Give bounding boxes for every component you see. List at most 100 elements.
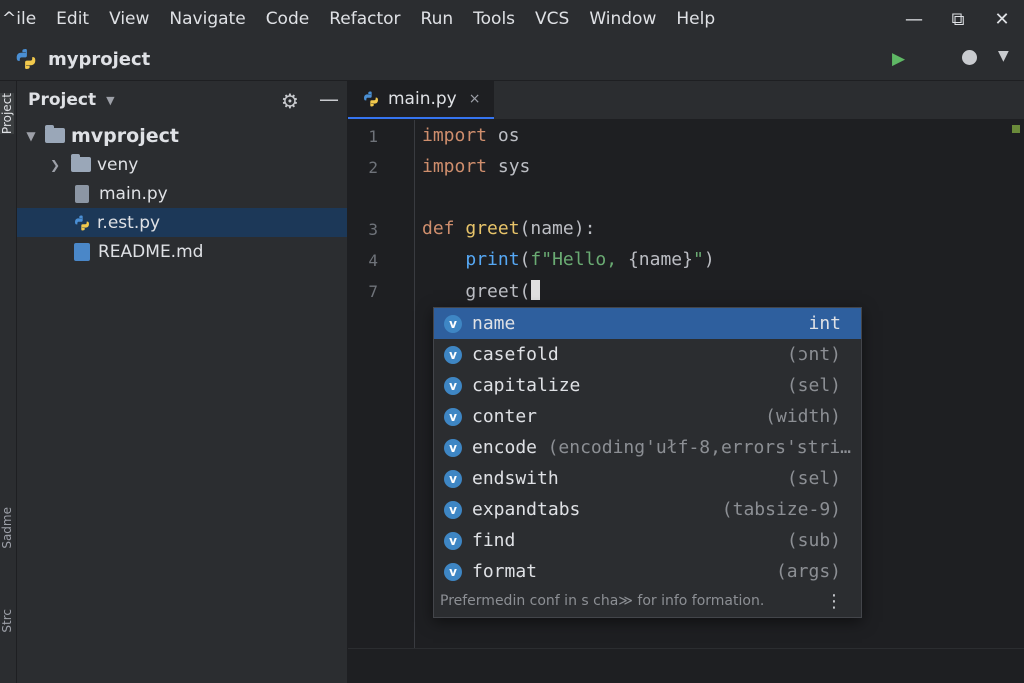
completion-item[interactable]: v conter (width) [434,401,861,432]
chevron-down-icon[interactable]: ▼ [106,94,114,107]
menu-view[interactable]: View [99,9,159,29]
function-name: greet [454,218,520,239]
completion-name: format [472,561,538,582]
completion-item[interactable]: v format (args) [434,556,861,587]
completion-hint: Prefermedin conf in s cha≫ for info form… [440,593,765,609]
completion-name: capitalize [472,375,581,396]
line-number: 2 [368,158,378,177]
code-text: greet( [465,281,531,302]
tree-item-label: README.md [98,241,204,262]
line-number-gutter [348,120,415,683]
code-line-7[interactable]: greet( [422,280,541,302]
menu-tools[interactable]: Tools [463,9,525,29]
keyword: def [422,218,455,239]
tree-item-venv[interactable]: ❯ veny [17,150,347,179]
code-line-3[interactable]: def greet(name): [422,218,595,239]
completion-item[interactable]: v name int [434,308,861,339]
code-line-2[interactable]: import sys [422,156,530,177]
menu-file-prefix: ^ [2,9,17,29]
variable-badge-icon: v [444,531,462,550]
python-logo-icon [16,49,36,69]
completion-type: (args) [775,561,841,582]
tree-item-main-py[interactable]: main.py [17,179,347,208]
code-line-1[interactable]: import os [422,125,520,146]
completion-item[interactable]: v endswith (sel) [434,463,861,494]
keyword: import [422,125,488,146]
tree-item-test-py[interactable]: r.est.py [17,208,347,237]
menu-file[interactable]: ^ile [0,9,46,29]
variable-badge-icon: v [444,500,462,519]
completion-footer: Prefermedin conf in s cha≫ for info form… [434,586,861,616]
menu-help[interactable]: Help [666,9,725,29]
folder-icon [45,125,65,143]
menu-run[interactable]: Run [411,9,464,29]
project-name[interactable]: myproject [48,49,150,70]
menu-vcs[interactable]: VCS [525,9,579,29]
tree-item-label: mvproject [71,124,179,147]
completion-item[interactable]: v encode (encoding'ułf-8,errors'stri… [434,432,861,463]
code-text: sys [487,156,531,177]
project-panel-title[interactable]: Project [28,90,96,110]
menu-code[interactable]: Code [256,9,320,29]
variable-badge-icon: v [444,314,462,333]
close-tab-icon[interactable]: × [469,91,481,107]
completion-type: (tabsize-9) [721,499,841,520]
record-icon[interactable] [962,50,977,65]
run-icon[interactable]: ▶ [892,49,905,69]
chevron-down-icon[interactable]: ▼ [998,48,1009,64]
completion-name: name [472,313,516,334]
tab-label: main.py [388,89,457,109]
completion-name: endswith [472,468,559,489]
variable-badge-icon: v [444,345,462,364]
completion-item[interactable]: v capitalize (sel) [434,370,861,401]
variable-badge-icon: v [444,376,462,395]
collapse-arrow-icon[interactable]: ❯ [47,158,63,172]
menu-file-label: ile [16,9,37,29]
completion-type: (width) [765,406,841,427]
text-cursor [531,280,541,300]
interpolation: {name} [627,249,693,270]
inspection-marker[interactable] [1012,125,1020,133]
code-line-4[interactable]: print(f"Hello, {name}") [422,249,715,270]
completion-item[interactable]: v expandtabs (tabsize-9) [434,494,861,525]
string-literal: f"Hello, [530,249,628,270]
strip-tab-2[interactable]: Sadme [0,507,14,549]
strip-tab-3[interactable]: Strc [0,609,14,633]
editor-bottom-bar [348,648,1024,683]
gear-icon[interactable]: ⚙ [281,89,299,113]
completion-type: (sel) [786,468,841,489]
window-controls: — ⧉ ✕ [892,0,1024,38]
variable-badge-icon: v [444,407,462,426]
tree-item-label: veny [97,154,139,175]
restore-button[interactable]: ⧉ [936,9,980,30]
code-text: ) [703,249,715,270]
tree-item-label: r.est.py [97,212,161,233]
more-options-icon[interactable]: ⋮ [825,591,843,612]
completion-item[interactable]: v find (sub) [434,525,861,556]
python-file-icon [364,91,378,107]
completion-item[interactable]: v casefold (ɔnt) [434,339,861,370]
hide-panel-icon[interactable]: — [319,87,339,111]
menu-edit[interactable]: Edit [46,9,99,29]
completion-type: (sub) [786,530,841,551]
strip-tab-project[interactable]: Project [0,93,14,135]
completion-name: encode [472,437,538,458]
tree-item-project-root[interactable]: ▼ mvproject [17,121,347,150]
line-number: 7 [368,282,378,301]
tab-main-py[interactable]: main.py × [348,81,494,119]
completion-name: expandtabs [472,499,581,520]
variable-badge-icon: v [444,438,462,457]
menu-window[interactable]: Window [579,9,666,29]
string-literal-end: " [692,249,704,270]
completion-type: (encoding'ułf-8,errors'stri… [547,437,851,458]
builtin-name: print [465,249,520,270]
close-window-button[interactable]: ✕ [980,9,1024,30]
project-panel: Project ▼ ⚙ — ▼ mvproject ❯ veny main.py… [17,81,348,683]
tree-item-readme[interactable]: README.md [17,237,347,266]
expand-arrow-icon[interactable]: ▼ [23,129,39,143]
menu-refactor[interactable]: Refactor [319,9,410,29]
menu-navigate[interactable]: Navigate [159,9,255,29]
minimize-button[interactable]: — [892,9,936,30]
